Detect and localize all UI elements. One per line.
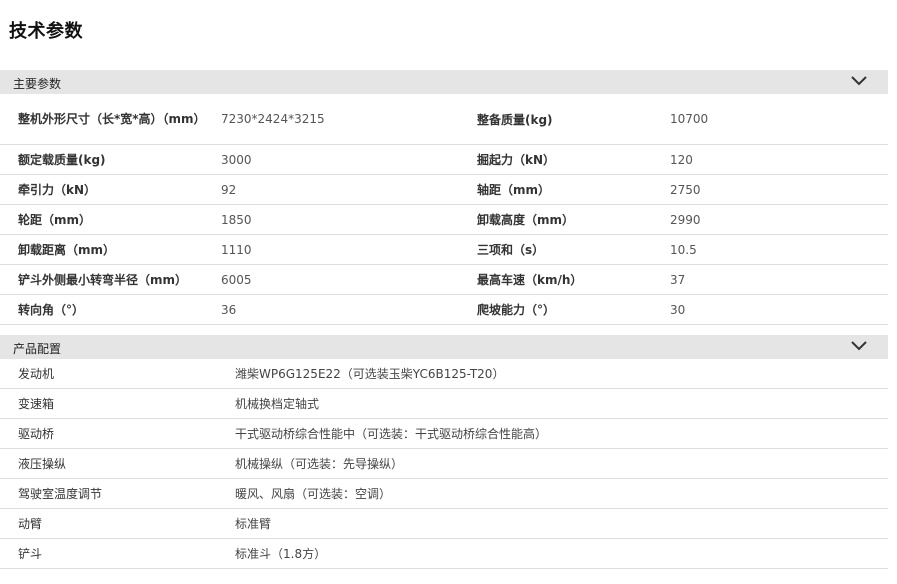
config-label: 动臂	[0, 508, 235, 539]
config-row: 铲斗 标准斗（1.8方）	[0, 538, 888, 569]
spec-label: 铲斗外侧最小转弯半径（mm）	[0, 264, 217, 295]
spec-label: 三项和（s）	[459, 234, 666, 265]
config-value: 标准斗（1.8方）	[235, 538, 888, 569]
spec-value: 30	[666, 294, 888, 325]
spec-value: 6005	[217, 264, 459, 295]
spec-value: 1110	[217, 234, 459, 265]
config-row: 驱动桥 干式驱动桥综合性能中（可选装：干式驱动桥综合性能高）	[0, 418, 888, 449]
config-label: 铲斗	[0, 538, 235, 569]
spec-value: 92	[217, 174, 459, 205]
config-label: 驱动桥	[0, 418, 235, 449]
config-label: 液压操纵	[0, 448, 235, 479]
config-value: 机械换档定轴式	[235, 388, 888, 419]
spec-table: 整机外形尺寸（长*宽*高）（mm） 7230*2424*3215 整备质量(kg) 1…	[0, 94, 888, 325]
chevron-down-icon[interactable]	[850, 339, 868, 353]
spec-value: 120	[666, 144, 888, 175]
spec-label: 掘起力（kN）	[459, 144, 666, 175]
spec-label: 最高车速（km/h）	[459, 264, 666, 295]
config-value: 潍柴WP6G125E22（可选装玉柴YC6B125-T20）	[235, 359, 888, 389]
spec-value: 37	[666, 264, 888, 295]
config-value: 干式驱动桥综合性能中（可选装：干式驱动桥综合性能高）	[235, 418, 888, 449]
spec-label: 爬坡能力（°）	[459, 294, 666, 325]
spec-row: 转向角（°） 36 爬坡能力（°） 30	[0, 294, 888, 325]
spec-value: 36	[217, 294, 459, 325]
section-title: 主要参数	[13, 77, 62, 91]
spec-label: 转向角（°）	[0, 294, 217, 325]
spec-label: 卸载高度（mm）	[459, 204, 666, 235]
config-row: 发动机 潍柴WP6G125E22（可选装玉柴YC6B125-T20）	[0, 359, 888, 389]
config-row: 动臂 标准臂	[0, 508, 888, 539]
section-header-config[interactable]: 产品配置	[0, 335, 888, 359]
spec-row: 牵引力（kN） 92 轴距（mm） 2750	[0, 174, 888, 205]
spec-value: 2990	[666, 204, 888, 235]
spec-row: 铲斗外侧最小转弯半径（mm） 6005 最高车速（km/h） 37	[0, 264, 888, 295]
config-value: 暖风、风扇（可选装：空调）	[235, 478, 888, 509]
config-label: 变速箱	[0, 388, 235, 419]
config-value: 标准臂	[235, 508, 888, 539]
spec-value: 7230*2424*3215	[217, 94, 459, 145]
spec-value: 1850	[217, 204, 459, 235]
config-table: 发动机 潍柴WP6G125E22（可选装玉柴YC6B125-T20） 变速箱 机械换档…	[0, 359, 888, 569]
spec-row: 卸载距离（mm） 1110 三项和（s） 10.5	[0, 234, 888, 265]
spec-row: 轮距（mm） 1850 卸载高度（mm） 2990	[0, 204, 888, 235]
spec-label: 轮距（mm）	[0, 204, 217, 235]
section-title: 产品配置	[13, 342, 62, 356]
chevron-down-icon[interactable]	[850, 74, 868, 88]
config-value: 机械操纵（可选装：先导操纵）	[235, 448, 888, 479]
spec-label: 额定载质量(kg)	[0, 144, 217, 175]
page-title: 技术参数	[9, 21, 83, 42]
spec-value: 2750	[666, 174, 888, 205]
config-label: 发动机	[0, 359, 235, 389]
spec-value: 10700	[666, 94, 888, 145]
spec-label: 卸载距离（mm）	[0, 234, 217, 265]
spec-value: 10.5	[666, 234, 888, 265]
config-label: 驾驶室温度调节	[0, 478, 235, 509]
section-header-main-params[interactable]: 主要参数	[0, 70, 888, 94]
spec-row: 整机外形尺寸（长*宽*高）（mm） 7230*2424*3215 整备质量(kg) 1…	[0, 94, 888, 145]
config-row: 变速箱 机械换档定轴式	[0, 388, 888, 419]
spec-label: 轴距（mm）	[459, 174, 666, 205]
spec-row: 额定载质量(kg) 3000 掘起力（kN） 120	[0, 144, 888, 175]
spec-label: 牵引力（kN）	[0, 174, 217, 205]
spec-label: 整备质量(kg)	[459, 94, 666, 145]
config-row: 液压操纵 机械操纵（可选装：先导操纵）	[0, 448, 888, 479]
spec-value: 3000	[217, 144, 459, 175]
spec-label: 整机外形尺寸（长*宽*高）（mm）	[0, 94, 217, 145]
config-row: 驾驶室温度调节 暖风、风扇（可选装：空调）	[0, 478, 888, 509]
